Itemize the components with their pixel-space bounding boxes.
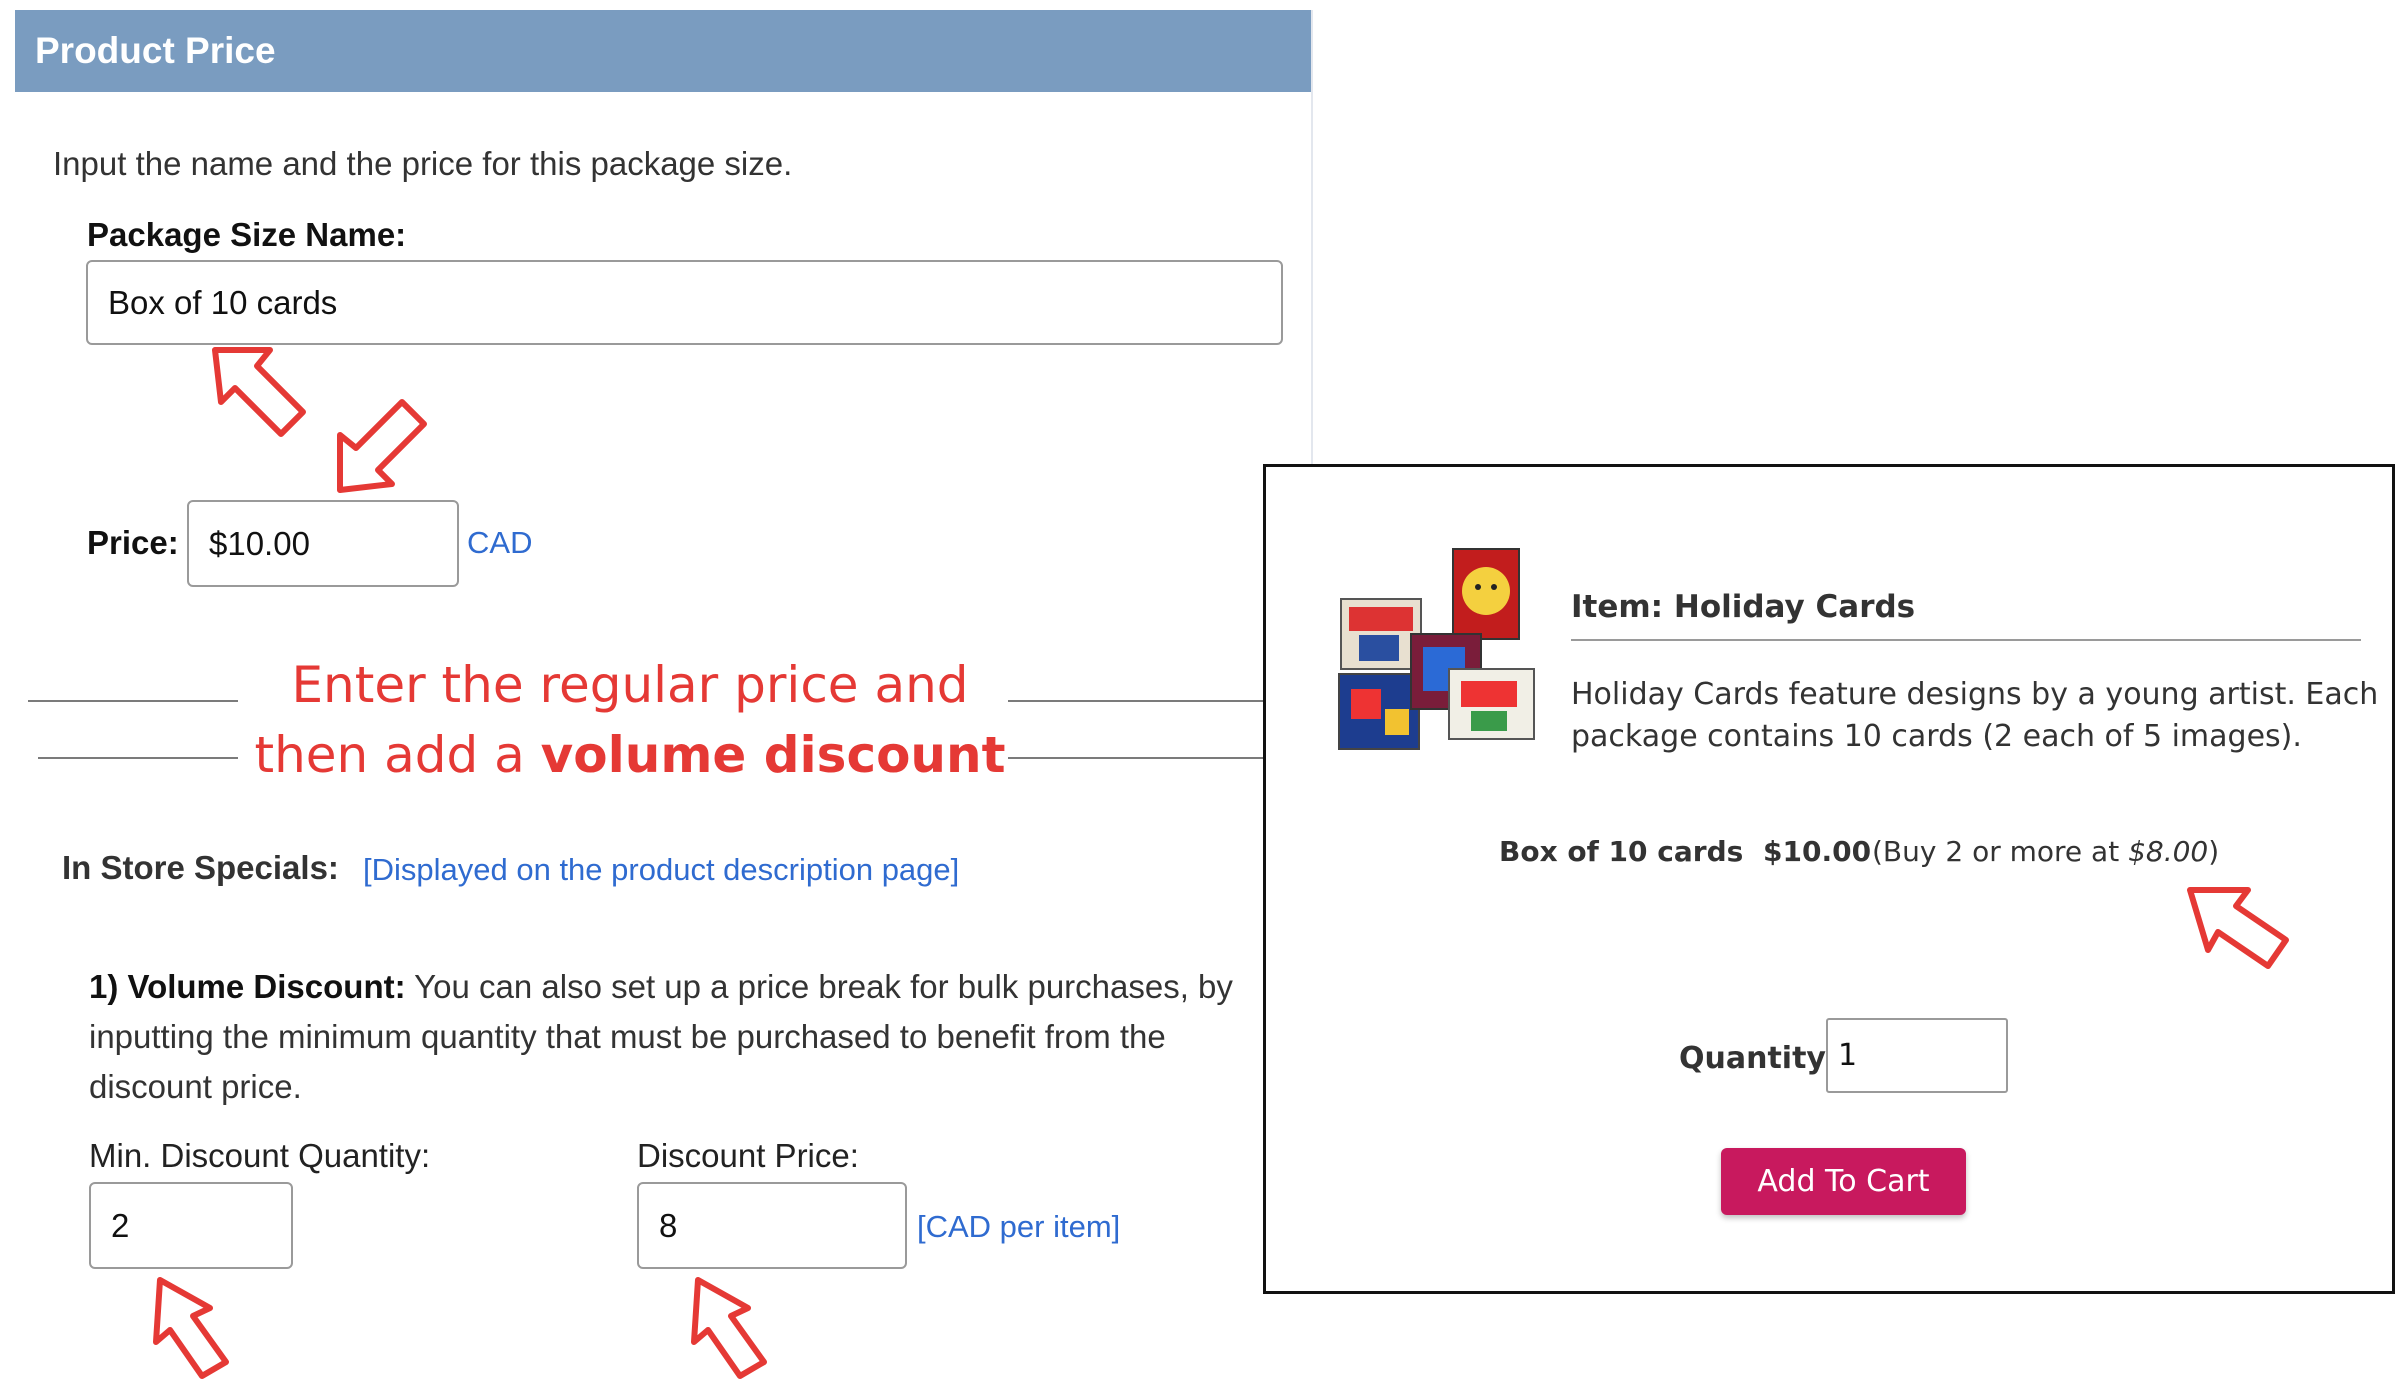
arrow-annotation-icon bbox=[337, 399, 427, 493]
package-size-label: Package Size Name: bbox=[87, 216, 407, 253]
volume-discount-text-2: inputting the minimum quantity that must… bbox=[89, 1018, 1166, 1055]
item-desc-1: Holiday Cards feature designs by a young… bbox=[1571, 677, 2379, 712]
add-to-cart-button[interactable]: Add To Cart bbox=[1721, 1148, 1966, 1215]
discount-price-label: Discount Price: bbox=[637, 1137, 859, 1174]
price-input[interactable]: $10.00 bbox=[187, 500, 459, 587]
banner-line-2-prefix: then add a bbox=[254, 726, 541, 784]
package-price: $10.00 bbox=[1763, 835, 1872, 868]
in-store-specials-label: In Store Specials: bbox=[62, 849, 339, 886]
discount-unit-note: [CAD per item] bbox=[917, 1209, 1121, 1244]
discount-note: (Buy 2 or more at $8.00) bbox=[1872, 835, 2219, 868]
volume-discount-text-3: discount price. bbox=[89, 1068, 302, 1105]
min-discount-qty-input[interactable]: 2 bbox=[89, 1182, 293, 1269]
volume-discount-paragraph: 1) Volume Discount: You can also set up … bbox=[89, 968, 1233, 1006]
discount-note-price: $8.00 bbox=[2128, 835, 2209, 868]
panel-title: Product Price bbox=[15, 10, 1311, 92]
arrow-annotation-icon bbox=[2187, 887, 2289, 969]
min-discount-qty-label: Min. Discount Quantity: bbox=[89, 1137, 431, 1174]
holiday-cards-thumbnail bbox=[1338, 548, 1535, 750]
price-label: Price: bbox=[87, 524, 179, 561]
item-title: Item: Holiday Cards bbox=[1571, 589, 1916, 625]
package-size-input[interactable]: Box of 10 cards bbox=[86, 260, 1283, 345]
volume-discount-heading: 1) Volume Discount: bbox=[89, 968, 406, 1005]
banner-line-1: Enter the regular price and bbox=[291, 656, 969, 714]
arrow-annotation-icon bbox=[153, 1277, 229, 1379]
discount-price-input[interactable]: 8 bbox=[637, 1182, 907, 1269]
item-title-divider bbox=[1571, 639, 2361, 641]
arrow-annotation-icon bbox=[691, 1277, 767, 1379]
discount-note-prefix: (Buy 2 or more at bbox=[1872, 835, 2129, 868]
item-desc-2: package contains 10 cards (2 each of 5 i… bbox=[1571, 719, 2302, 754]
panel-intro: Input the name and the price for this pa… bbox=[53, 145, 793, 182]
banner-line-2-bold: volume discount bbox=[540, 726, 1006, 784]
discount-note-suffix: ) bbox=[2208, 835, 2220, 868]
annotation-banner: Enter the regular price and then add a v… bbox=[200, 650, 1060, 790]
specials-note: [Displayed on the product description pa… bbox=[363, 852, 960, 887]
arrow-annotation-icon bbox=[212, 347, 306, 437]
banner-line-2: then add a volume discount bbox=[200, 720, 1060, 790]
volume-discount-text-1: You can also set up a price break for bu… bbox=[405, 968, 1233, 1005]
currency-link[interactable]: CAD bbox=[467, 525, 532, 561]
package-name: Box of 10 cards bbox=[1499, 835, 1744, 868]
quantity-input[interactable]: 1 bbox=[1826, 1018, 2008, 1093]
quantity-label: Quantity: bbox=[1679, 1041, 1838, 1076]
product-preview: Item: Holiday Cards Holiday Cards featur… bbox=[1263, 464, 2395, 1294]
